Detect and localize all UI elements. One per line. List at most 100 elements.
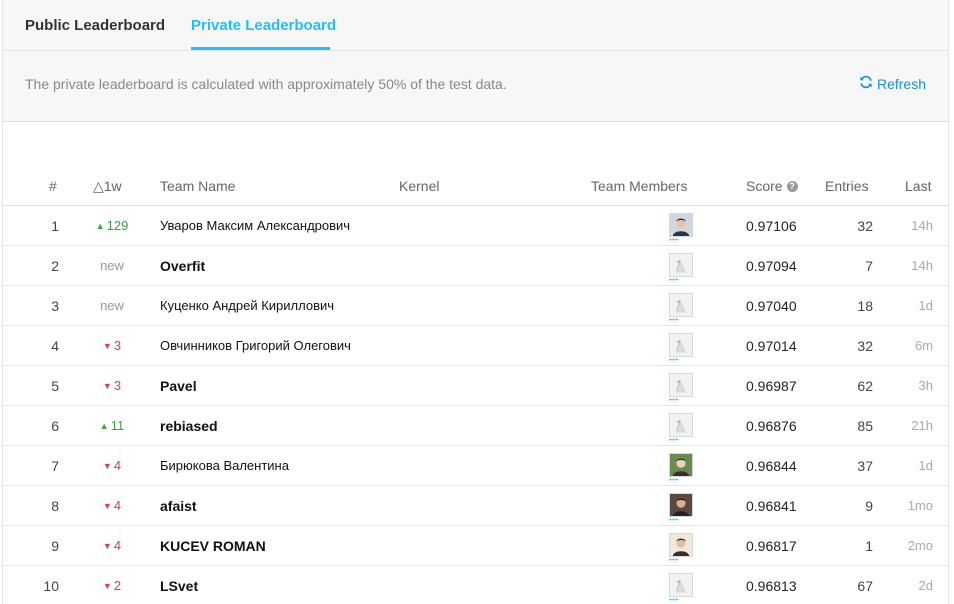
default-goose-avatar	[669, 253, 693, 277]
col-kernel[interactable]: Kernel	[399, 178, 439, 194]
default-goose-avatar	[669, 413, 693, 437]
default-goose-avatar	[669, 293, 693, 317]
last-submission-cell: 1d	[918, 458, 933, 473]
table-row[interactable]: 2 new Overfit 0.97094 7 14h	[3, 246, 948, 286]
rank-cell: 10	[43, 578, 59, 594]
arrow-down-icon: ▼	[102, 501, 112, 511]
change-value: 11	[110, 418, 125, 433]
change-cell: ▲ 129	[87, 218, 137, 233]
col-rank[interactable]: #	[49, 178, 57, 194]
user-photo-avatar	[669, 533, 693, 557]
score-cell: 0.97106	[746, 218, 797, 234]
rank-cell: 9	[51, 538, 59, 554]
table-row[interactable]: 5 ▼ 3 Pavel 0.96987 62 3h	[3, 366, 948, 406]
team-name[interactable]: afaist	[160, 498, 197, 514]
table-row[interactable]: 1 ▲ 129 Уваров Максим Александрович 0.971…	[3, 206, 948, 246]
arrow-down-icon: ▼	[102, 461, 112, 471]
notice-text: The private leaderboard is calculated wi…	[25, 76, 507, 92]
team-member-avatar[interactable]	[669, 373, 694, 401]
rank-cell: 6	[51, 418, 59, 434]
entries-cell: 37	[857, 458, 873, 474]
leaderboard-rows: 1 ▲ 129 Уваров Максим Александрович 0.971…	[3, 206, 948, 604]
score-cell: 0.96987	[746, 378, 797, 394]
tab-private-leaderboard[interactable]: Private Leaderboard	[191, 17, 336, 34]
table-row[interactable]: 10 ▼ 2 LSvet 0.96813 67 2d	[3, 566, 948, 604]
table-row[interactable]: 4 ▼ 3 Овчинников Григорий Олегович 0.9701…	[3, 326, 948, 366]
entries-cell: 7	[865, 258, 873, 274]
score-cell: 0.97094	[746, 258, 797, 274]
table-header: # △1w Team Name Kernel Team Members Scor…	[3, 168, 948, 206]
team-member-avatar[interactable]	[669, 533, 694, 561]
last-submission-cell: 14h	[911, 218, 933, 233]
change-cell: ▼ 4	[87, 538, 137, 553]
refresh-label: Refresh	[876, 75, 926, 92]
score-cell: 0.96876	[746, 418, 797, 434]
team-member-avatar[interactable]	[669, 293, 694, 321]
team-name[interactable]: Куценко Андрей Кириллович	[160, 298, 334, 313]
table-row[interactable]: 3 new Куценко Андрей Кириллович 0.97040 …	[3, 286, 948, 326]
table-row[interactable]: 7 ▼ 4 Бирюкова Валентина 0.96844 37 1d	[3, 446, 948, 486]
member-dots-icon	[669, 358, 679, 361]
entries-cell: 32	[857, 338, 873, 354]
member-dots-icon	[669, 478, 679, 481]
score-cell: 0.96813	[746, 578, 797, 594]
refresh-icon	[859, 75, 873, 92]
team-member-avatar[interactable]	[669, 493, 694, 521]
col-last[interactable]: Last	[905, 178, 931, 194]
team-name[interactable]: Бирюкова Валентина	[160, 458, 289, 473]
change-cell: ▲ 11	[87, 418, 137, 433]
table-row[interactable]: 6 ▲ 11 rebiased 0.96876 85 21h	[3, 406, 948, 446]
team-member-avatar[interactable]	[669, 253, 694, 281]
team-member-avatar[interactable]	[669, 213, 694, 241]
team-name[interactable]: rebiased	[160, 418, 218, 434]
team-name[interactable]: Овчинников Григорий Олегович	[160, 338, 351, 353]
leaderboard-tabs: Public Leaderboard Private Leaderboard	[3, 0, 948, 50]
change-value: 2	[113, 578, 122, 593]
help-icon[interactable]: ?	[786, 180, 798, 192]
entries-cell: 85	[857, 418, 873, 434]
team-member-avatar[interactable]	[669, 453, 694, 481]
change-value: 3	[113, 378, 122, 393]
score-cell: 0.97040	[746, 298, 797, 314]
last-submission-cell: 21h	[911, 418, 933, 433]
default-goose-avatar	[669, 373, 693, 397]
team-name[interactable]: Pavel	[160, 378, 197, 394]
team-name[interactable]: Уваров Максим Александрович	[160, 218, 350, 233]
arrow-down-icon: ▼	[102, 381, 112, 391]
col-change[interactable]: △1w	[93, 178, 122, 195]
team-member-avatar[interactable]	[669, 413, 694, 441]
score-cell: 0.97014	[746, 338, 797, 354]
col-team-name[interactable]: Team Name	[160, 178, 235, 194]
last-submission-cell: 3h	[918, 378, 933, 393]
arrow-up-icon: ▲	[95, 221, 105, 231]
entries-cell: 1	[865, 538, 873, 554]
change-cell: ▼ 3	[87, 338, 137, 353]
arrow-up-icon: ▲	[99, 421, 109, 431]
rank-cell: 2	[51, 258, 59, 274]
team-member-avatar[interactable]	[669, 573, 694, 601]
leaderboard-panel: Public Leaderboard Private Leaderboard T…	[2, 0, 949, 604]
tab-public-leaderboard[interactable]: Public Leaderboard	[25, 17, 165, 34]
change-value: new	[100, 298, 124, 313]
col-team-members: Team Members	[591, 178, 688, 194]
arrow-down-icon: ▼	[102, 541, 112, 551]
entries-cell: 62	[857, 378, 873, 394]
team-name[interactable]: Overfit	[160, 258, 205, 274]
change-value: 4	[113, 498, 122, 513]
change-value: 4	[113, 458, 122, 473]
team-name[interactable]: LSvet	[160, 578, 198, 594]
table-row[interactable]: 9 ▼ 4 KUCEV ROMAN 0.96817 1 2mo	[3, 526, 948, 566]
member-dots-icon	[669, 438, 679, 441]
col-score[interactable]: Score ?	[746, 178, 798, 194]
change-cell: new	[87, 298, 137, 313]
user-photo-avatar	[669, 453, 693, 477]
table-row[interactable]: 8 ▼ 4 afaist 0.96841 9 1mo	[3, 486, 948, 526]
score-cell: 0.96841	[746, 498, 797, 514]
col-entries[interactable]: Entries	[825, 178, 869, 194]
rank-cell: 4	[51, 338, 59, 354]
change-value: new	[100, 258, 124, 273]
refresh-button[interactable]: Refresh	[859, 75, 926, 92]
team-member-avatar[interactable]	[669, 333, 694, 361]
entries-cell: 9	[865, 498, 873, 514]
team-name[interactable]: KUCEV ROMAN	[160, 538, 266, 554]
